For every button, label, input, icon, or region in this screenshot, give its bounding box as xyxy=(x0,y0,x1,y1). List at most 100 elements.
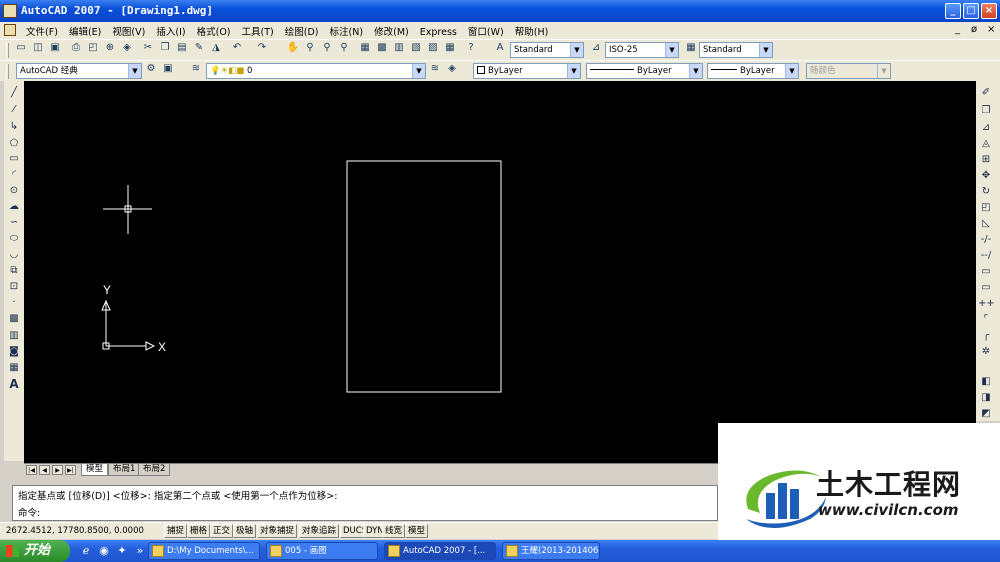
ellipse-icon[interactable]: ⬭ xyxy=(6,231,22,247)
save-icon[interactable]: ▣ xyxy=(47,40,63,56)
spline-icon[interactable]: ∽ xyxy=(6,215,22,231)
hatch-icon[interactable]: ▩ xyxy=(6,311,22,327)
workspace-select[interactable]: AutoCAD 经典 ▼ xyxy=(16,63,142,79)
break-icon[interactable]: ▭ xyxy=(978,280,994,296)
ortho-toggle[interactable]: 正交 xyxy=(210,524,234,538)
chevron-down-icon[interactable]: ▼ xyxy=(567,64,580,78)
menu-help[interactable]: 帮助(H) xyxy=(511,22,553,38)
minimize-button[interactable]: _ xyxy=(945,3,961,19)
prev-tab-icon[interactable]: ◀ xyxy=(39,465,50,475)
next-tab-icon[interactable]: ▶ xyxy=(52,465,63,475)
maximize-button[interactable]: □ xyxy=(963,3,979,19)
ellipse-arc-icon[interactable]: ◡ xyxy=(6,247,22,263)
taskbar-paint[interactable]: 005 - 画图 xyxy=(266,542,378,560)
table-style-select[interactable]: Standard ▼ xyxy=(699,42,773,58)
preview-icon[interactable]: ◰ xyxy=(85,40,101,56)
zoom-realtime-icon[interactable]: ⚲ xyxy=(302,40,318,56)
last-tab-icon[interactable]: ▶| xyxy=(65,465,76,475)
draworder-front-icon[interactable]: ◧ xyxy=(978,374,994,390)
start-button[interactable]: 开始 xyxy=(0,540,70,562)
menu-express[interactable]: Express xyxy=(416,25,461,38)
match-properties-icon[interactable]: ✎ xyxy=(191,40,207,56)
open-icon[interactable]: ◫ xyxy=(30,40,46,56)
polar-toggle[interactable]: 极轴 xyxy=(233,524,257,538)
markup-icon[interactable]: ▨ xyxy=(425,40,441,56)
trim-icon[interactable]: -/- xyxy=(978,232,994,248)
taskbar-explorer[interactable]: D:\My Documents\... xyxy=(148,542,260,560)
explode-icon[interactable]: ✲ xyxy=(978,344,994,360)
autocad-app-icon[interactable] xyxy=(3,4,17,18)
menu-window[interactable]: 窗口(W) xyxy=(464,22,508,38)
taskbar-autocad[interactable]: AutoCAD 2007 - [... xyxy=(384,542,496,560)
menu-format[interactable]: 格式(O) xyxy=(193,22,235,38)
chevron-down-icon[interactable]: ▼ xyxy=(665,43,678,57)
fillet-icon[interactable]: ╭ xyxy=(978,328,994,344)
insert-block-icon[interactable]: ⧉ xyxy=(6,263,22,279)
menu-insert[interactable]: 插入(I) xyxy=(152,22,189,38)
menu-draw[interactable]: 绘图(D) xyxy=(281,22,323,38)
save-workspace-icon[interactable]: ▣ xyxy=(160,61,176,77)
chevron-down-icon[interactable]: ▼ xyxy=(689,64,702,78)
properties-icon[interactable]: ▦ xyxy=(357,40,373,56)
make-block-icon[interactable]: ⊡ xyxy=(6,279,22,295)
workspace-settings-icon[interactable]: ⚙ xyxy=(143,61,159,77)
multiline-text-icon[interactable]: A xyxy=(6,376,22,392)
linetype-select[interactable]: ByLayer ▼ xyxy=(586,63,703,79)
drawn-rectangle[interactable] xyxy=(346,160,502,393)
doc-close-button[interactable]: × xyxy=(987,24,995,35)
tab-model[interactable]: 模型 xyxy=(81,464,109,476)
make-layer-current-icon[interactable]: ≋ xyxy=(427,61,443,77)
close-button[interactable]: × xyxy=(981,3,997,19)
layer-manager-icon[interactable]: ≋ xyxy=(188,61,204,77)
table-icon[interactable]: ▦ xyxy=(6,360,22,376)
help-icon[interactable]: ? xyxy=(463,40,479,56)
grid-toggle[interactable]: 栅格 xyxy=(187,524,211,538)
command-prompt[interactable]: 命令: xyxy=(18,505,40,519)
design-center-icon[interactable]: ▩ xyxy=(374,40,390,56)
zoom-window-icon[interactable]: ⚲ xyxy=(319,40,335,56)
sheet-set-icon[interactable]: ▧ xyxy=(408,40,424,56)
move-icon[interactable]: ✥ xyxy=(978,168,994,184)
3d-dwf-icon[interactable]: ◈ xyxy=(119,40,135,56)
model-toggle[interactable]: 模型 xyxy=(405,524,429,538)
menu-modify[interactable]: 修改(M) xyxy=(370,22,413,38)
erase-icon[interactable]: ✐ xyxy=(978,85,994,101)
plot-icon[interactable]: ⎙ xyxy=(68,40,84,56)
calculator-icon[interactable]: ▦ xyxy=(442,40,458,56)
coordinate-readout[interactable]: 2672.4512, 17780.8500, 0.0000 xyxy=(6,526,144,536)
menu-dimension[interactable]: 标注(N) xyxy=(326,22,368,38)
toolbar-grip[interactable] xyxy=(6,43,9,58)
join-icon[interactable]: ++ xyxy=(978,296,995,312)
arc-icon[interactable]: ◜ xyxy=(6,167,22,183)
chevron-down-icon[interactable]: ▼ xyxy=(128,64,141,78)
draworder-above-icon[interactable]: ◩ xyxy=(978,406,994,422)
polyline-icon[interactable]: ↳ xyxy=(6,119,22,135)
mirror-icon[interactable]: ⊿ xyxy=(978,120,994,136)
block-editor-icon[interactable]: ◮ xyxy=(208,40,224,56)
first-tab-icon[interactable]: |◀ xyxy=(26,465,37,475)
text-style-select[interactable]: Standard ▼ xyxy=(510,42,584,58)
gradient-icon[interactable]: ▥ xyxy=(6,328,22,344)
rectangle-icon[interactable]: ▭ xyxy=(6,151,22,167)
scale-icon[interactable]: ◰ xyxy=(978,200,994,216)
draworder-back-icon[interactable]: ◨ xyxy=(978,390,994,406)
layer-select[interactable]: 💡☀◧■ 0 ▼ xyxy=(206,63,426,79)
polygon-icon[interactable]: ⬠ xyxy=(6,136,22,152)
line-icon[interactable]: ╱ xyxy=(6,85,22,101)
offset-icon[interactable]: ◬ xyxy=(978,136,994,152)
document-icon[interactable] xyxy=(4,24,16,36)
command-window[interactable]: 指定基点或 [位移(D)] <位移>: 指定第二个点或 <使用第一个点作为位移>… xyxy=(12,485,718,521)
media-player-icon[interactable]: ◉ xyxy=(96,543,112,559)
tab-layout1[interactable]: 布局1 xyxy=(108,464,141,476)
menu-edit[interactable]: 编辑(E) xyxy=(65,22,105,38)
construction-line-icon[interactable]: ⁄ xyxy=(6,102,22,118)
paste-icon[interactable]: ▤ xyxy=(174,40,190,56)
color-select[interactable]: ByLayer ▼ xyxy=(473,63,581,79)
drawing-canvas[interactable]: X Y xyxy=(24,81,976,463)
doc-minimize-button[interactable]: _ xyxy=(955,24,960,35)
rotate-icon[interactable]: ↻ xyxy=(978,184,994,200)
doc-restore-button[interactable]: ø xyxy=(971,24,977,35)
layer-previous-icon[interactable]: ◈ xyxy=(444,61,460,77)
tool-palettes-icon[interactable]: ▥ xyxy=(391,40,407,56)
chevron-down-icon[interactable]: ▼ xyxy=(759,43,772,57)
